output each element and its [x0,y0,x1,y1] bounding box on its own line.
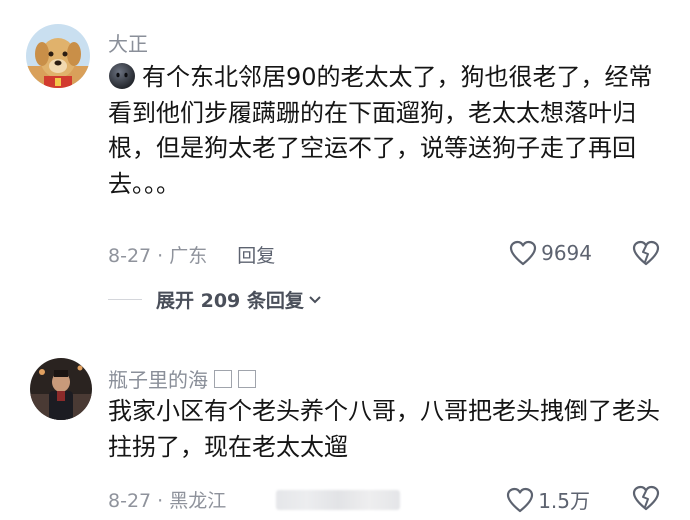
like-button[interactable]: 1.5万 [506,485,590,514]
dislike-button[interactable] [632,240,660,270]
divider-line [108,299,142,300]
comment-text: 我家小区有个老头养个八哥，八哥把老头拽倒了老头拄拐了，现在老太太遛 [108,397,660,461]
comment-text: 有个东北邻居90的老太太了，狗也很老了，经常看到他们步履蹒跚的在下面遛狗，老太太… [108,60,668,202]
date-location: 8-27 · 广东 [108,244,208,267]
reply-button[interactable]: 回复 [237,241,275,268]
badge-placeholder-icon [238,370,256,388]
broken-heart-icon [632,485,660,511]
expand-replies-label: 展开 209 条回复 [156,290,304,312]
username[interactable]: 大正 [108,28,148,57]
comment-meta: 8-27 · 广东 回复 [108,240,275,268]
avatar[interactable] [30,358,92,420]
like-button[interactable]: 9694 [509,240,592,266]
comment-meta: 8-27 · 黑龙江 [108,485,226,513]
avatar[interactable] [26,24,90,88]
comment-text-content: 有个东北邻居90的老太太了，狗也很老了，经常看到他们步履蹒跚的在下面遛狗，老太太… [108,63,653,198]
heart-outline-icon [509,240,537,266]
expand-replies-button[interactable]: 展开 209 条回复 [108,286,322,313]
like-count: 9694 [541,241,592,265]
comment-item: 大正 有个东北邻居90的老太太了，狗也很老了，经常看到他们步履蹒跚的在下面遛狗，… [0,0,690,330]
dark-round-face-emoji-icon [108,62,136,90]
date-location: 8-27 · 黑龙江 [108,489,227,512]
broken-heart-icon [632,240,660,266]
badge-placeholder-icon [214,370,232,388]
username-text: 瓶子里的海 [108,368,208,392]
dislike-button[interactable] [632,485,660,515]
username[interactable]: 瓶子里的海 [108,364,256,393]
like-count: 1.5万 [538,489,590,513]
blurred-reply-area [276,490,400,510]
heart-outline-icon [507,487,534,512]
chevron-down-icon [309,295,321,303]
